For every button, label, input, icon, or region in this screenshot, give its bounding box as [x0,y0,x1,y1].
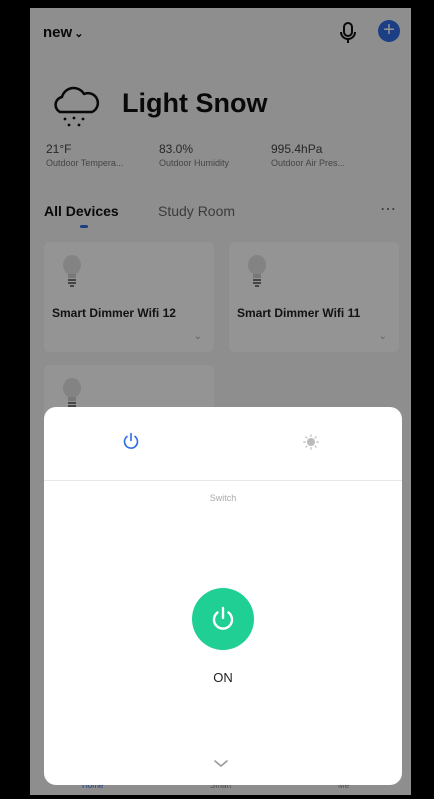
power-tab-icon[interactable] [122,432,140,450]
switch-section-label: Switch [209,493,237,503]
device-control-sheet: Switch ON [44,407,402,785]
power-toggle-button[interactable] [192,588,254,650]
control-mode-tabs [44,407,402,481]
collapse-chevron-icon[interactable] [212,759,230,769]
brightness-tab-icon[interactable] [303,434,319,450]
power-icon [212,606,234,630]
app-screen: new ⌄ + Light Snow 21°F Outdoor Tempera..… [30,8,411,795]
power-state-label: ON [213,670,233,685]
